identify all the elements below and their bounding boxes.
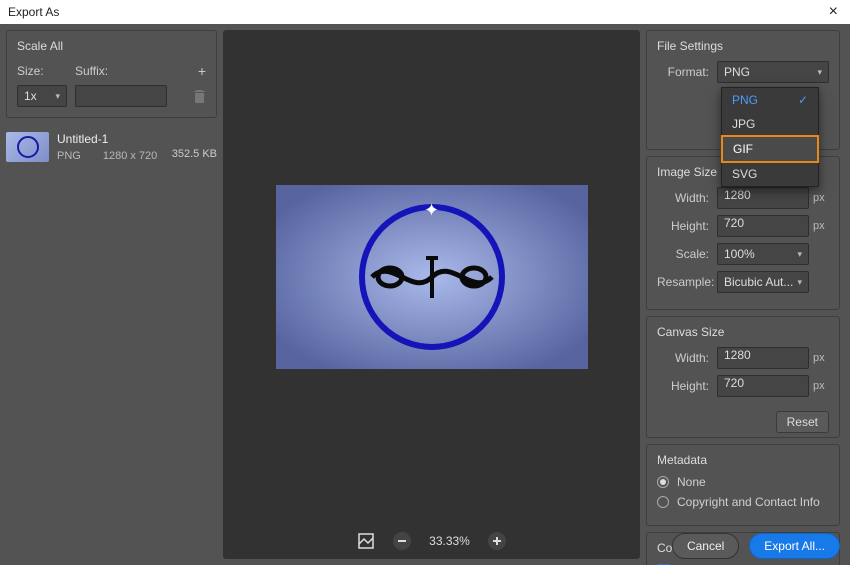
file-settings-section: File Settings Format: PNG ▾ PNG ✓ JPG GI… bbox=[646, 30, 840, 150]
preview-area[interactable]: ✦ bbox=[223, 30, 640, 523]
right-panel: File Settings Format: PNG ▾ PNG ✓ JPG GI… bbox=[640, 24, 850, 565]
format-option-jpg[interactable]: JPG bbox=[722, 112, 818, 136]
scale-all-section: Scale All Size: Suffix: + 1x ▾ bbox=[6, 30, 217, 118]
image-width-input[interactable]: 1280 bbox=[717, 187, 809, 209]
suffix-input[interactable] bbox=[75, 85, 167, 107]
canvas-size-section: Canvas Size Width:1280px Height:720px Re… bbox=[646, 316, 840, 438]
height-label: Height: bbox=[657, 219, 717, 233]
window-title: Export As bbox=[8, 5, 59, 19]
zoom-level: 33.33% bbox=[429, 534, 470, 548]
scale-label: Scale: bbox=[657, 247, 717, 261]
suffix-label: Suffix: bbox=[75, 64, 123, 78]
unit-px: px bbox=[809, 220, 829, 232]
asset-filesize: 352.5 KB bbox=[172, 148, 217, 162]
chevron-down-icon: ▾ bbox=[55, 91, 60, 102]
export-all-button[interactable]: Export All... bbox=[749, 533, 840, 559]
metadata-cci-radio[interactable]: Copyright and Contact Info bbox=[657, 495, 829, 509]
preview-panel: ✦ 33.33% bbox=[223, 30, 640, 559]
metadata-none-radio[interactable]: None bbox=[657, 475, 829, 489]
window-titlebar: Export As × bbox=[0, 0, 850, 24]
width-label: Width: bbox=[657, 191, 717, 205]
flourish-icon bbox=[362, 252, 502, 302]
canvas-height-label: Height: bbox=[657, 379, 717, 393]
size-label: Size: bbox=[17, 64, 65, 78]
add-scale-icon[interactable]: + bbox=[198, 63, 206, 79]
asset-dimensions: 1280 x 720 bbox=[103, 150, 157, 162]
close-icon[interactable]: × bbox=[825, 3, 842, 21]
left-panel: Scale All Size: Suffix: + 1x ▾ Untitled bbox=[0, 24, 223, 565]
radio-icon bbox=[657, 496, 669, 508]
delete-scale-icon[interactable] bbox=[192, 89, 206, 103]
size-select[interactable]: 1x ▾ bbox=[17, 85, 67, 107]
metadata-section: Metadata None Copyright and Contact Info bbox=[646, 444, 840, 526]
format-value: PNG bbox=[724, 65, 750, 79]
format-select[interactable]: PNG ▾ bbox=[717, 61, 829, 83]
resample-label: Resample: bbox=[657, 275, 717, 289]
metadata-heading: Metadata bbox=[657, 453, 829, 467]
chevron-down-icon: ▾ bbox=[797, 249, 802, 260]
format-label: Format: bbox=[657, 65, 717, 79]
chevron-down-icon: ▾ bbox=[817, 67, 822, 78]
image-height-input[interactable]: 720 bbox=[717, 215, 809, 237]
reset-button[interactable]: Reset bbox=[776, 411, 829, 433]
format-dropdown: PNG ✓ JPG GIF SVG bbox=[721, 87, 819, 187]
scale-select[interactable]: 100%▾ bbox=[717, 243, 809, 265]
zoom-out-button[interactable] bbox=[393, 532, 411, 550]
cancel-button[interactable]: Cancel bbox=[672, 533, 739, 559]
format-option-png[interactable]: PNG ✓ bbox=[722, 88, 818, 112]
asset-thumbnail bbox=[6, 132, 49, 162]
chevron-down-icon: ▾ bbox=[797, 277, 802, 288]
asset-format: PNG bbox=[57, 150, 81, 162]
asset-row[interactable]: Untitled-1 PNG 1280 x 720 352.5 KB bbox=[6, 132, 217, 162]
check-icon: ✓ bbox=[798, 93, 808, 107]
canvas-width-label: Width: bbox=[657, 351, 717, 365]
radio-icon bbox=[657, 476, 669, 488]
format-option-svg[interactable]: SVG bbox=[722, 162, 818, 186]
scale-all-heading: Scale All bbox=[17, 39, 206, 53]
frame-icon[interactable] bbox=[357, 532, 375, 550]
size-value: 1x bbox=[24, 89, 37, 103]
asset-name: Untitled-1 bbox=[57, 132, 164, 146]
unit-px: px bbox=[809, 380, 829, 392]
file-settings-heading: File Settings bbox=[657, 39, 829, 53]
unit-px: px bbox=[809, 192, 829, 204]
canvas-height-input[interactable]: 720 bbox=[717, 375, 809, 397]
canvas-size-heading: Canvas Size bbox=[657, 325, 829, 339]
resample-select[interactable]: Bicubic Aut...▾ bbox=[717, 271, 809, 293]
format-option-gif[interactable]: GIF bbox=[721, 135, 819, 163]
dialog-footer: Cancel Export All... bbox=[672, 533, 840, 559]
star-icon: ✦ bbox=[424, 200, 439, 221]
unit-px: px bbox=[809, 352, 829, 364]
zoom-toolbar: 33.33% bbox=[223, 523, 640, 559]
canvas-width-input[interactable]: 1280 bbox=[717, 347, 809, 369]
preview-artboard: ✦ bbox=[276, 185, 588, 369]
zoom-in-button[interactable] bbox=[488, 532, 506, 550]
